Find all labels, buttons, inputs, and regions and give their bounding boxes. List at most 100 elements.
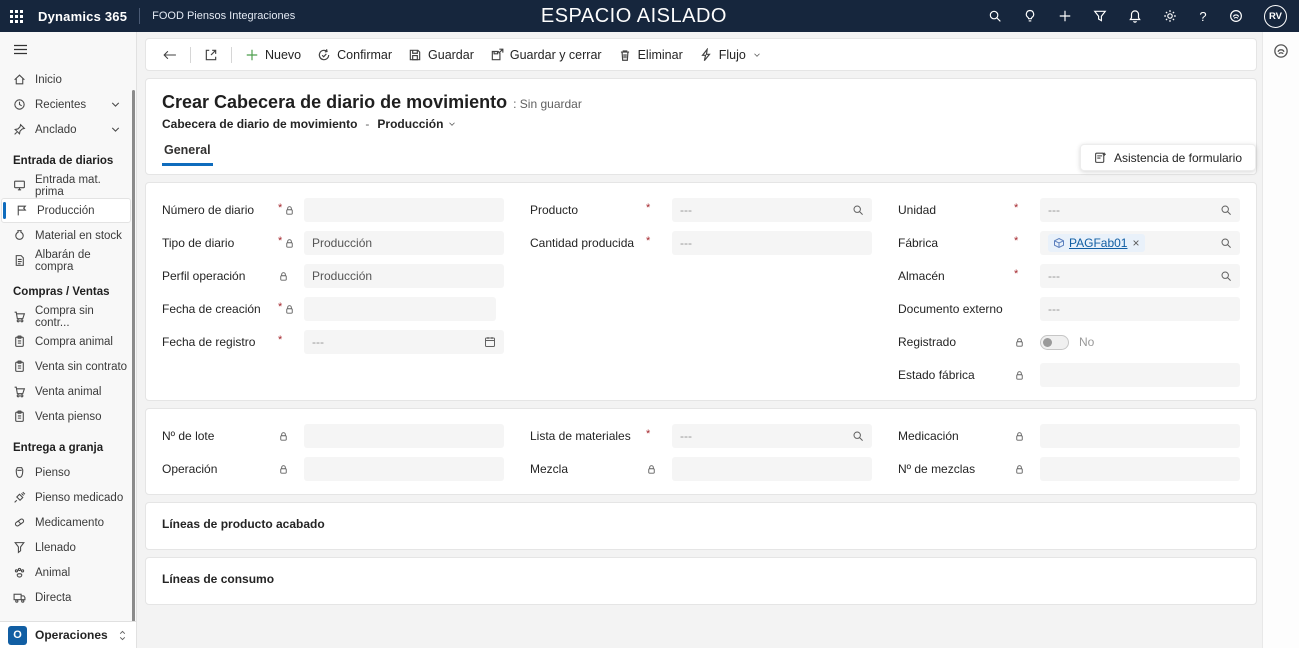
page-title: Crear Cabecera de diario de movimiento xyxy=(162,92,508,112)
sidebar-scrollbar[interactable] xyxy=(132,90,135,623)
required-marker: * xyxy=(278,235,283,247)
search-icon[interactable] xyxy=(988,9,1002,23)
cart-icon xyxy=(13,310,26,323)
hamburger-menu-icon[interactable] xyxy=(13,43,28,56)
sidebar-item-label: Recientes xyxy=(35,98,87,111)
sidebar-item-label: Venta animal xyxy=(35,385,102,398)
required-marker: * xyxy=(1014,235,1019,247)
area-switcher[interactable]: O Operaciones xyxy=(0,621,136,648)
copilot-icon[interactable] xyxy=(1229,9,1243,23)
flow-menu-button[interactable]: Flujo xyxy=(691,42,770,68)
copilot-rail-icon[interactable] xyxy=(1273,43,1289,59)
chevron-down-icon[interactable] xyxy=(109,123,122,136)
sidebar-item-venta-pienso[interactable]: Venta pienso xyxy=(0,404,131,429)
search-icon[interactable] xyxy=(1220,204,1232,216)
ideas-lightbulb-icon[interactable] xyxy=(1023,9,1037,23)
chip-remove-icon[interactable]: × xyxy=(1132,236,1139,250)
producto-lookup[interactable]: --- xyxy=(672,198,872,222)
sidebar-item-anclado[interactable]: Anclado xyxy=(0,117,131,142)
save-button[interactable]: Guardar xyxy=(400,42,482,68)
medicacion-input[interactable] xyxy=(1040,424,1240,448)
operacion-input[interactable] xyxy=(304,457,504,481)
app-launcher-waffle-icon[interactable] xyxy=(0,0,32,32)
quick-create-plus-icon[interactable] xyxy=(1058,9,1072,23)
sidebar-item-compra-animal[interactable]: Compra animal xyxy=(0,329,131,354)
chevron-down-icon[interactable] xyxy=(109,98,122,111)
fecha-de-registro-input[interactable]: --- xyxy=(304,330,504,354)
new-button[interactable]: Nuevo xyxy=(237,42,309,68)
sidebar-item-produccion[interactable]: Producción xyxy=(1,198,131,223)
sidebar-item-compra-sin-contrato[interactable]: Compra sin contr... xyxy=(0,304,131,329)
lock-icon xyxy=(646,464,657,475)
field-estado-fabrica: Estado fábrica xyxy=(898,363,1240,387)
lock-icon xyxy=(1014,464,1025,475)
field-placeholder: --- xyxy=(1048,269,1060,283)
field-numero-de-diario: Número de diario * xyxy=(162,198,504,222)
lista-de-materiales-lookup[interactable]: --- xyxy=(672,424,872,448)
sidebar-item-label: Material en stock xyxy=(35,229,122,242)
unidad-lookup[interactable]: --- xyxy=(1040,198,1240,222)
calendar-icon[interactable] xyxy=(484,336,496,348)
form-assistance-button[interactable]: Asistencia de formulario xyxy=(1079,144,1256,171)
fecha-de-creacion-input[interactable] xyxy=(304,297,496,321)
open-in-new-window-button[interactable] xyxy=(196,42,226,68)
trash-icon xyxy=(618,48,632,62)
estado-fabrica-input[interactable] xyxy=(1040,363,1240,387)
perfil-operacion-input[interactable]: Producción xyxy=(304,264,504,288)
paw-icon xyxy=(13,566,26,579)
sidebar-item-pienso[interactable]: Pienso xyxy=(0,460,131,485)
settings-gear-icon[interactable] xyxy=(1163,9,1177,23)
sidebar-item-entrada-mat-prima[interactable]: Entrada mat. prima xyxy=(0,173,131,198)
tab-general[interactable]: General xyxy=(162,143,213,166)
search-icon[interactable] xyxy=(1220,237,1232,249)
section-lineas-consumo[interactable]: Líneas de consumo xyxy=(145,557,1257,605)
environment-name[interactable]: FOOD Piensos Integraciones xyxy=(152,10,295,22)
fabrica-chip-link[interactable]: PAGFab01 xyxy=(1069,236,1127,250)
sidebar-item-venta-animal[interactable]: Venta animal xyxy=(0,379,131,404)
brand-title[interactable]: Dynamics 365 xyxy=(38,9,127,24)
sidebar-item-label: Compra sin contr... xyxy=(35,304,94,329)
sidebar-item-pienso-medicado[interactable]: Pienso medicado xyxy=(0,485,131,510)
flag-icon xyxy=(15,204,28,217)
numero-de-lote-input[interactable] xyxy=(304,424,504,448)
view-selector[interactable]: Producción xyxy=(377,117,457,131)
sidebar-item-inicio[interactable]: Inicio xyxy=(0,67,131,92)
required-marker: * xyxy=(646,428,651,440)
almacen-lookup[interactable]: --- xyxy=(1040,264,1240,288)
sidebar-section-compras-ventas: Compras / Ventas xyxy=(13,286,110,298)
confirm-button[interactable]: Confirmar xyxy=(309,42,400,68)
numero-de-diario-input[interactable] xyxy=(304,198,504,222)
mezcla-input[interactable] xyxy=(672,457,872,481)
sidebar-item-llenado[interactable]: Llenado xyxy=(0,535,131,560)
search-icon[interactable] xyxy=(852,204,864,216)
user-avatar[interactable]: RV xyxy=(1264,4,1287,28)
chevron-down-icon xyxy=(447,119,457,129)
help-icon[interactable]: ? xyxy=(1198,9,1208,24)
sidebar-item-label: Pienso xyxy=(35,466,71,479)
notifications-bell-icon[interactable] xyxy=(1128,9,1142,23)
chevron-up-down-icon[interactable] xyxy=(117,629,128,642)
documento-externo-input[interactable]: --- xyxy=(1040,297,1240,321)
delete-button[interactable]: Eliminar xyxy=(610,42,691,68)
sidebar-item-animal[interactable]: Animal xyxy=(0,560,131,585)
sidebar-item-recientes[interactable]: Recientes xyxy=(0,92,131,117)
sidebar-item-medicamento[interactable]: Medicamento xyxy=(0,510,131,535)
fabrica-lookup[interactable]: PAGFab01 × xyxy=(1040,231,1240,255)
search-icon[interactable] xyxy=(1220,270,1232,282)
registrado-toggle[interactable] xyxy=(1040,334,1069,350)
back-button[interactable] xyxy=(154,42,185,68)
sidebar-item-venta-sin-contrato[interactable]: Venta sin contrato xyxy=(0,354,131,379)
sidebar-item-directa[interactable]: Directa xyxy=(0,585,131,610)
sidebar-item-albaran-de-compra[interactable]: Albarán de compra xyxy=(0,248,131,273)
cantidad-producida-input[interactable]: --- xyxy=(672,231,872,255)
sidebar-item-material-en-stock[interactable]: Material en stock xyxy=(0,223,131,248)
save-and-close-button[interactable]: Guardar y cerrar xyxy=(482,42,610,68)
section-lineas-producto-acabado[interactable]: Líneas de producto acabado xyxy=(145,502,1257,550)
tipo-de-diario-input[interactable]: Producción xyxy=(304,231,504,255)
search-icon[interactable] xyxy=(852,430,864,442)
required-marker: * xyxy=(646,235,651,247)
funnel-fill-icon xyxy=(13,541,26,554)
numero-de-mezclas-input[interactable] xyxy=(1040,457,1240,481)
filter-icon[interactable] xyxy=(1093,9,1107,23)
sidebar-item-label: Directa xyxy=(35,591,72,604)
